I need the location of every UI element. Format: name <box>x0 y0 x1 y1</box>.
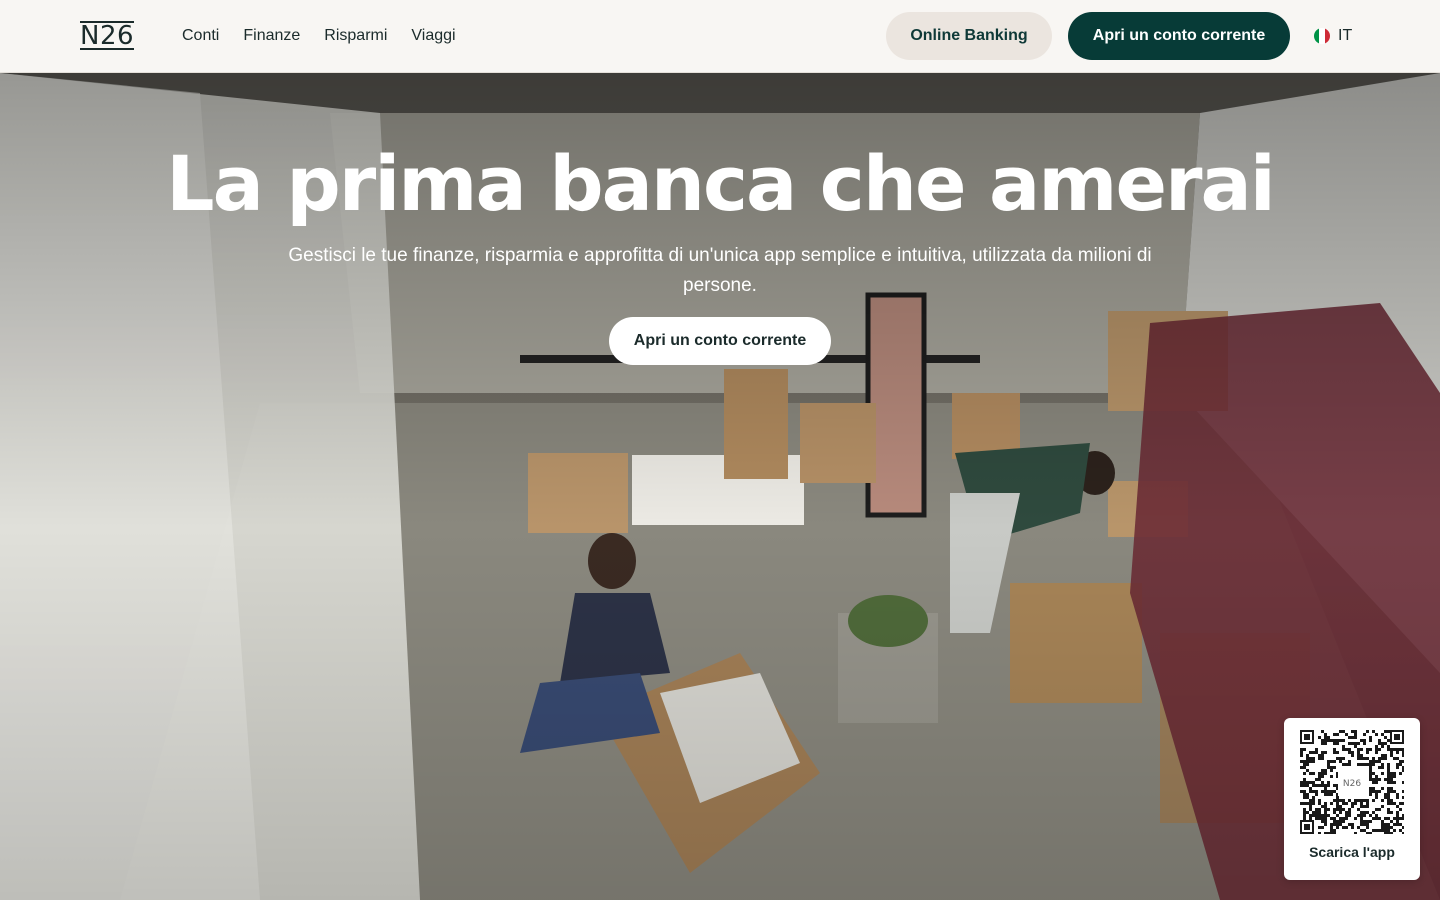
qr-center-logo: N26 <box>1343 779 1361 789</box>
download-app-label: Scarica l'app <box>1309 844 1395 860</box>
hero-section: La prima banca che amerai Gestisci le tu… <box>0 73 1440 900</box>
nav-item-conti[interactable]: Conti <box>182 27 219 45</box>
main-nav: Conti Finanze Risparmi Viaggi <box>182 0 456 72</box>
hero-title: La prima banca che amerai <box>166 139 1276 228</box>
nav-item-risparmi[interactable]: Risparmi <box>324 27 387 45</box>
language-selector[interactable]: IT <box>1314 24 1352 48</box>
logo-text: N26 <box>80 21 135 51</box>
download-app-card[interactable]: N26 Scarica l'app <box>1284 718 1420 880</box>
language-code: IT <box>1338 27 1353 44</box>
n26-logo[interactable]: N26 <box>80 18 135 54</box>
qr-code[interactable]: N26 <box>1300 730 1404 834</box>
nav-item-viaggi[interactable]: Viaggi <box>411 27 455 45</box>
open-account-button[interactable]: Apri un conto corrente <box>1068 12 1290 60</box>
nav-item-finanze[interactable]: Finanze <box>243 27 300 45</box>
online-banking-button[interactable]: Online Banking <box>886 12 1052 60</box>
italy-flag-icon <box>1314 28 1330 44</box>
hero-subtitle: Gestisci le tue finanze, risparmia e app… <box>288 245 1152 296</box>
hero-open-account-button[interactable]: Apri un conto corrente <box>609 317 831 365</box>
site-header: N26 Conti Finanze Risparmi Viaggi Online… <box>0 0 1440 73</box>
